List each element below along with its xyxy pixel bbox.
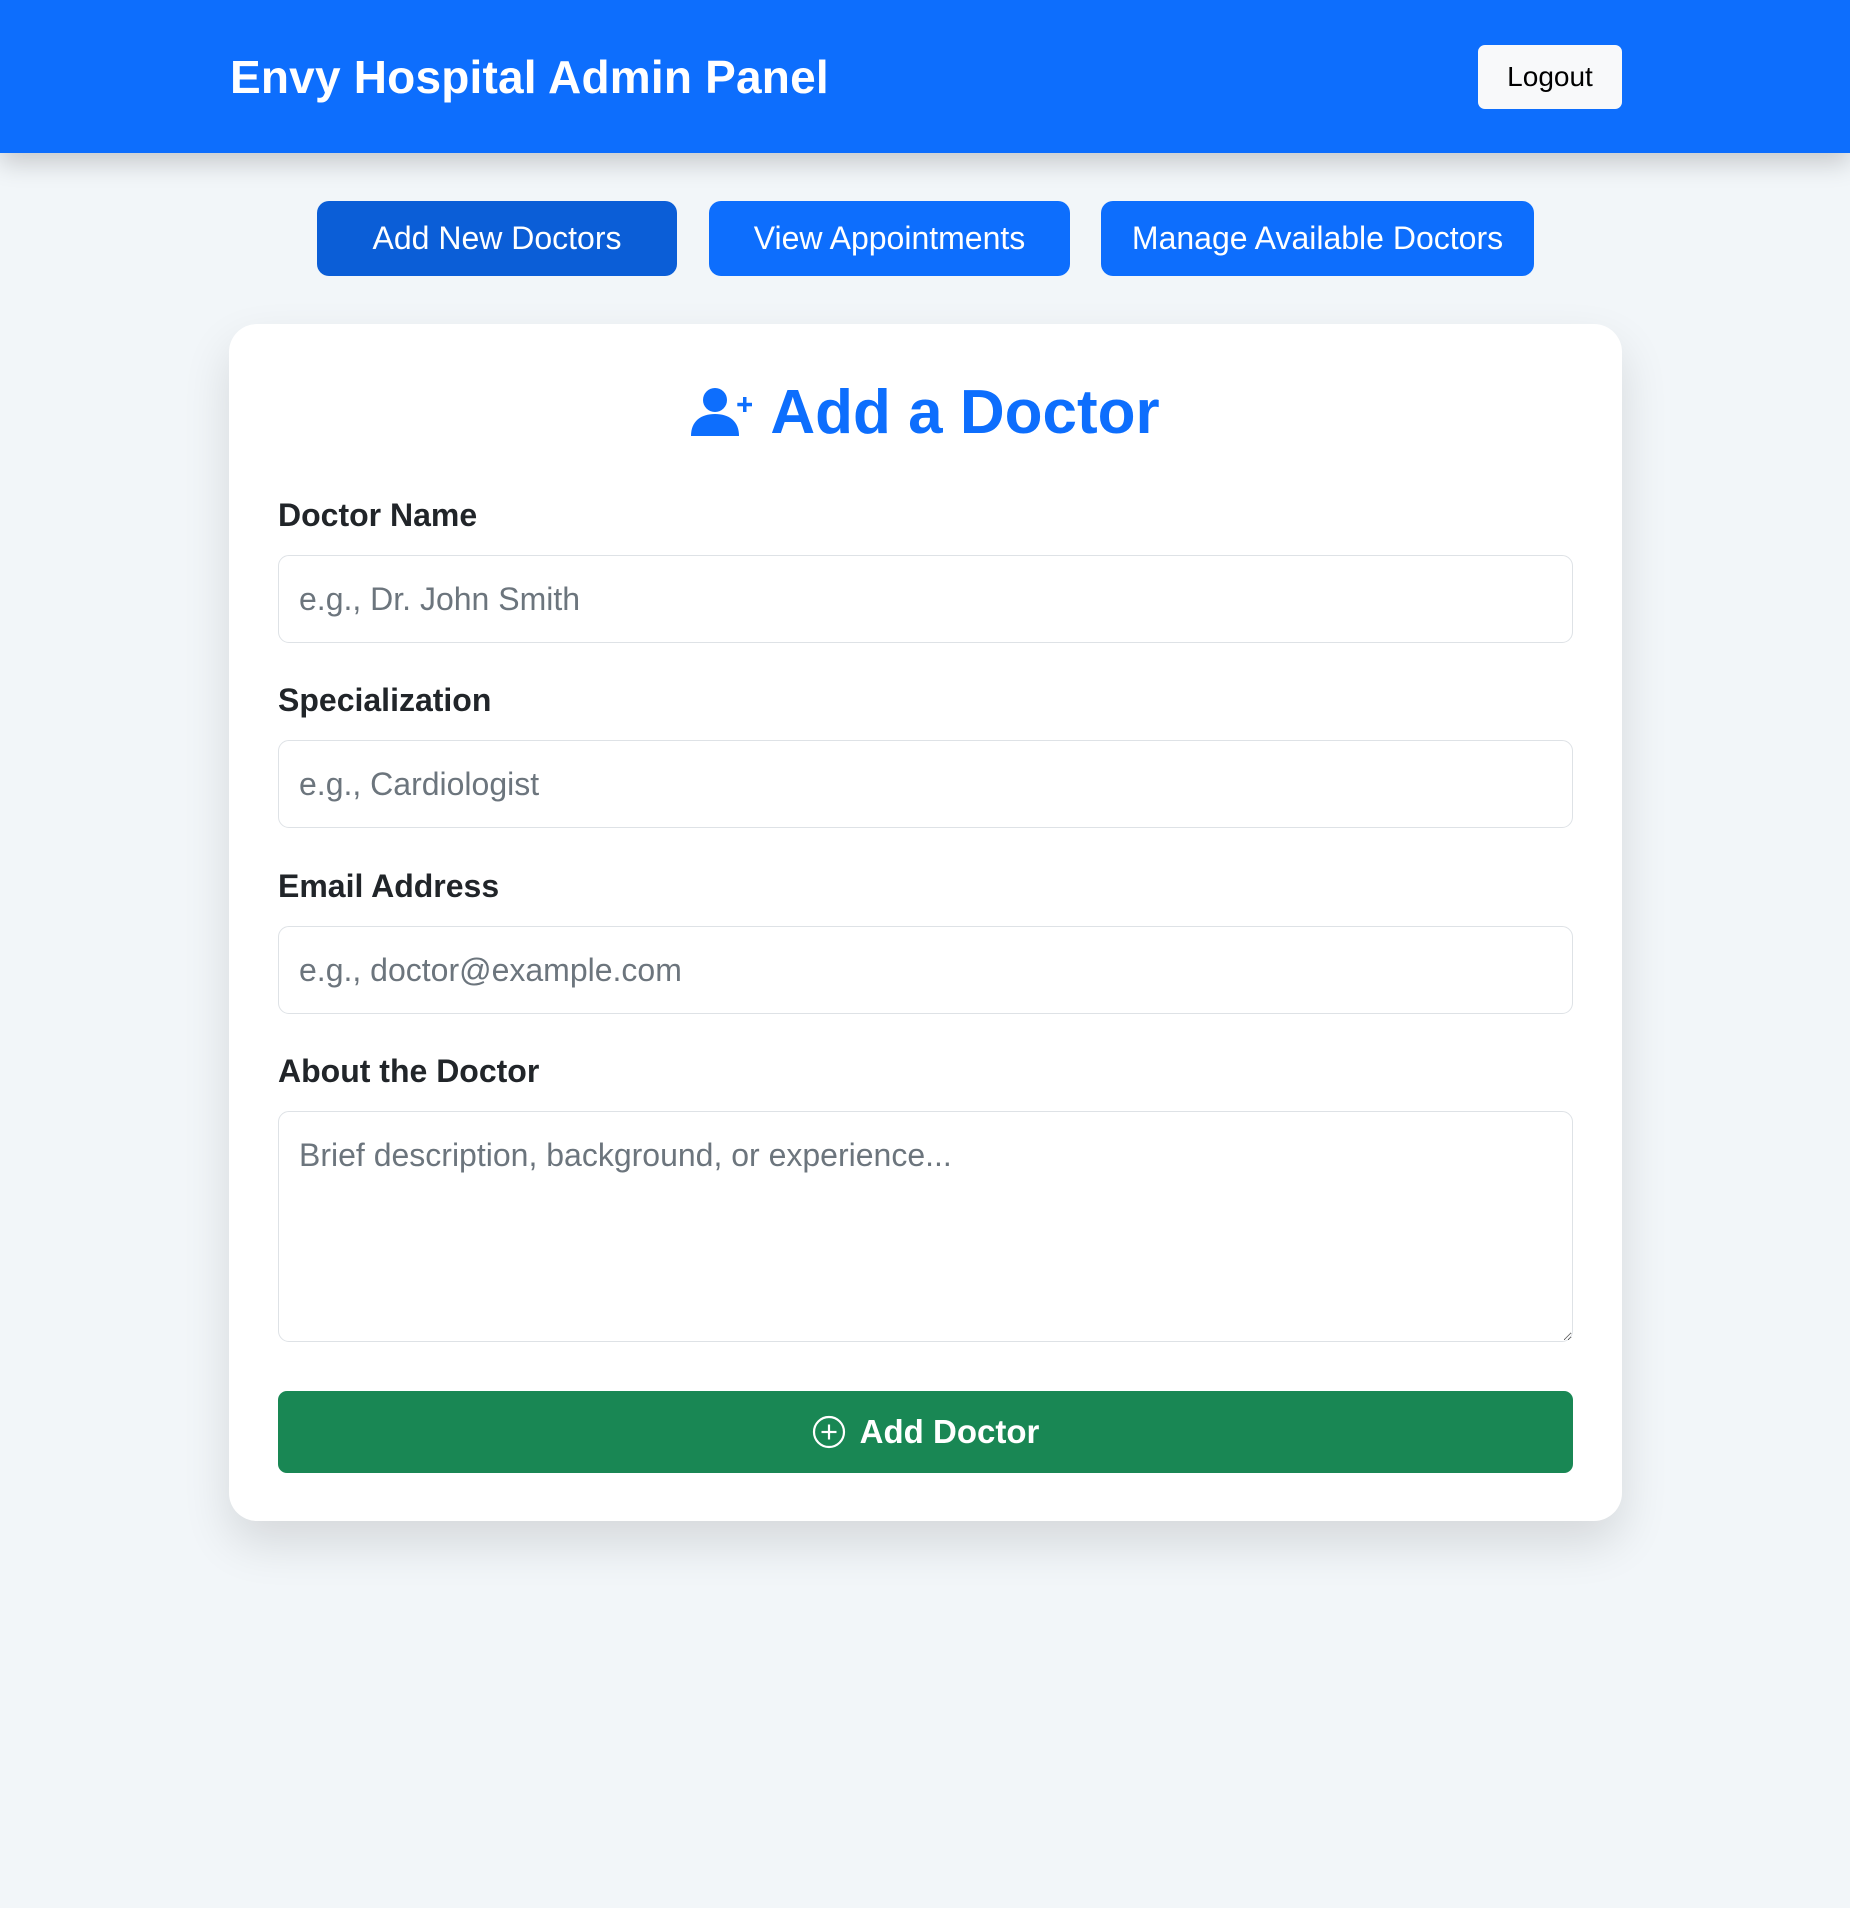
add-doctor-button[interactable]: Add Doctor: [278, 1391, 1573, 1473]
form-title: Add a Doctor: [0, 372, 1850, 452]
top-navbar: Envy Hospital Admin Panel Logout: [0, 0, 1850, 153]
doctor-name-input[interactable]: [278, 555, 1573, 643]
email-address-input[interactable]: [278, 926, 1573, 1014]
app-title: Envy Hospital Admin Panel: [230, 50, 829, 103]
form-title-text: Add a Doctor: [770, 377, 1160, 447]
doctor-name-label: Doctor Name: [278, 497, 478, 533]
add-doctor-button-label: Add Doctor: [859, 1413, 1040, 1450]
user-plus-icon: [691, 388, 753, 436]
tab-add-new-doctors[interactable]: Add New Doctors: [317, 201, 677, 276]
plus-circle-icon: [812, 1415, 845, 1449]
admin-tabs: Add New Doctors View Appointments Manage…: [0, 201, 1850, 276]
specialization-label: Specialization: [278, 682, 492, 718]
specialization-input[interactable]: [278, 740, 1573, 828]
tab-manage-available-doctors[interactable]: Manage Available Doctors: [1101, 201, 1534, 276]
about-doctor-label: About the Doctor: [278, 1053, 540, 1089]
email-address-label: Email Address: [278, 868, 500, 904]
logout-button[interactable]: Logout: [1478, 45, 1622, 109]
about-doctor-textarea[interactable]: [278, 1111, 1573, 1342]
tab-view-appointments[interactable]: View Appointments: [709, 201, 1070, 276]
